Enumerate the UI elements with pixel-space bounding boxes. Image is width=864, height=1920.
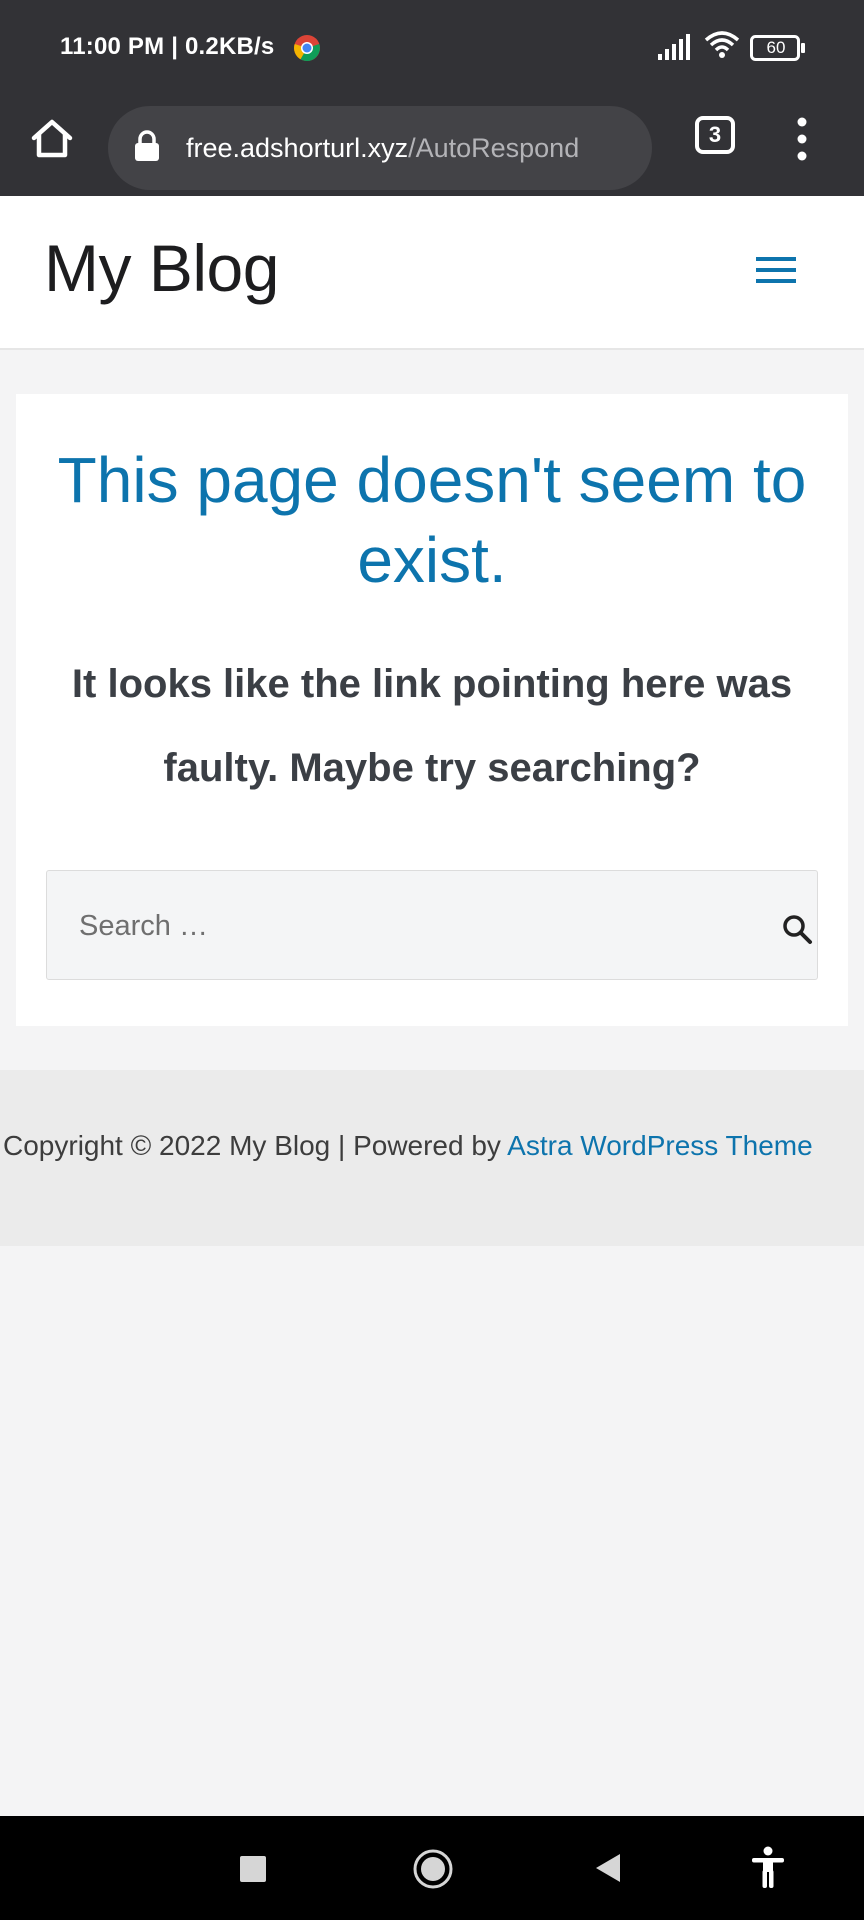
theme-link[interactable]: Astra WordPress Theme xyxy=(507,1130,813,1161)
chrome-icon xyxy=(294,35,320,62)
wifi-icon xyxy=(704,31,740,58)
url-path: /AutoRespond xyxy=(408,133,580,163)
screen: 11:00 PM | 0.2KB/s 60 free.adshorturl.xy… xyxy=(0,0,864,1920)
more-options-icon[interactable] xyxy=(792,114,812,164)
battery-level: 60 xyxy=(766,38,786,57)
url-text[interactable]: free.adshorturl.xyz/AutoRespond xyxy=(186,128,616,168)
home-nav-icon[interactable] xyxy=(412,1848,454,1890)
error-title: This page doesn't seem to exist. xyxy=(57,444,807,596)
search-icon[interactable] xyxy=(781,913,815,947)
url-domain: free.adshorturl.xyz xyxy=(186,133,409,163)
accessibility-icon[interactable] xyxy=(750,1846,786,1890)
recents-icon[interactable] xyxy=(240,1856,266,1882)
site-title[interactable]: My Blog xyxy=(44,230,279,306)
site-header: My Blog xyxy=(0,196,864,350)
content-card: This page doesn't seem to exist. It look… xyxy=(16,394,848,1026)
address-bar[interactable]: free.adshorturl.xyz/AutoRespond xyxy=(108,106,652,190)
error-subtitle: It looks like the link pointing here was… xyxy=(71,662,793,790)
footer-copyright: Copyright © 2022 My Blog | Powered by As… xyxy=(3,1126,864,1166)
hamburger-menu-icon[interactable] xyxy=(756,254,796,286)
site-footer: Copyright © 2022 My Blog | Powered by As… xyxy=(0,1070,864,1246)
footer-copyright-text: Copyright © 2022 My Blog | Powered by xyxy=(3,1130,508,1161)
home-icon[interactable] xyxy=(28,114,76,162)
status-time: 11:00 PM | 0.2KB/s xyxy=(60,33,275,60)
signal-icon xyxy=(658,34,690,60)
browser-toolbar: free.adshorturl.xyz/AutoRespond 3 xyxy=(0,96,864,196)
status-bar: 11:00 PM | 0.2KB/s 60 xyxy=(0,0,864,96)
system-nav-bar xyxy=(0,1816,864,1920)
back-icon[interactable] xyxy=(592,1852,624,1884)
search-input[interactable] xyxy=(79,905,699,947)
tab-switcher-button[interactable]: 3 xyxy=(695,116,735,154)
lock-icon xyxy=(135,130,159,161)
search-form xyxy=(46,870,818,980)
